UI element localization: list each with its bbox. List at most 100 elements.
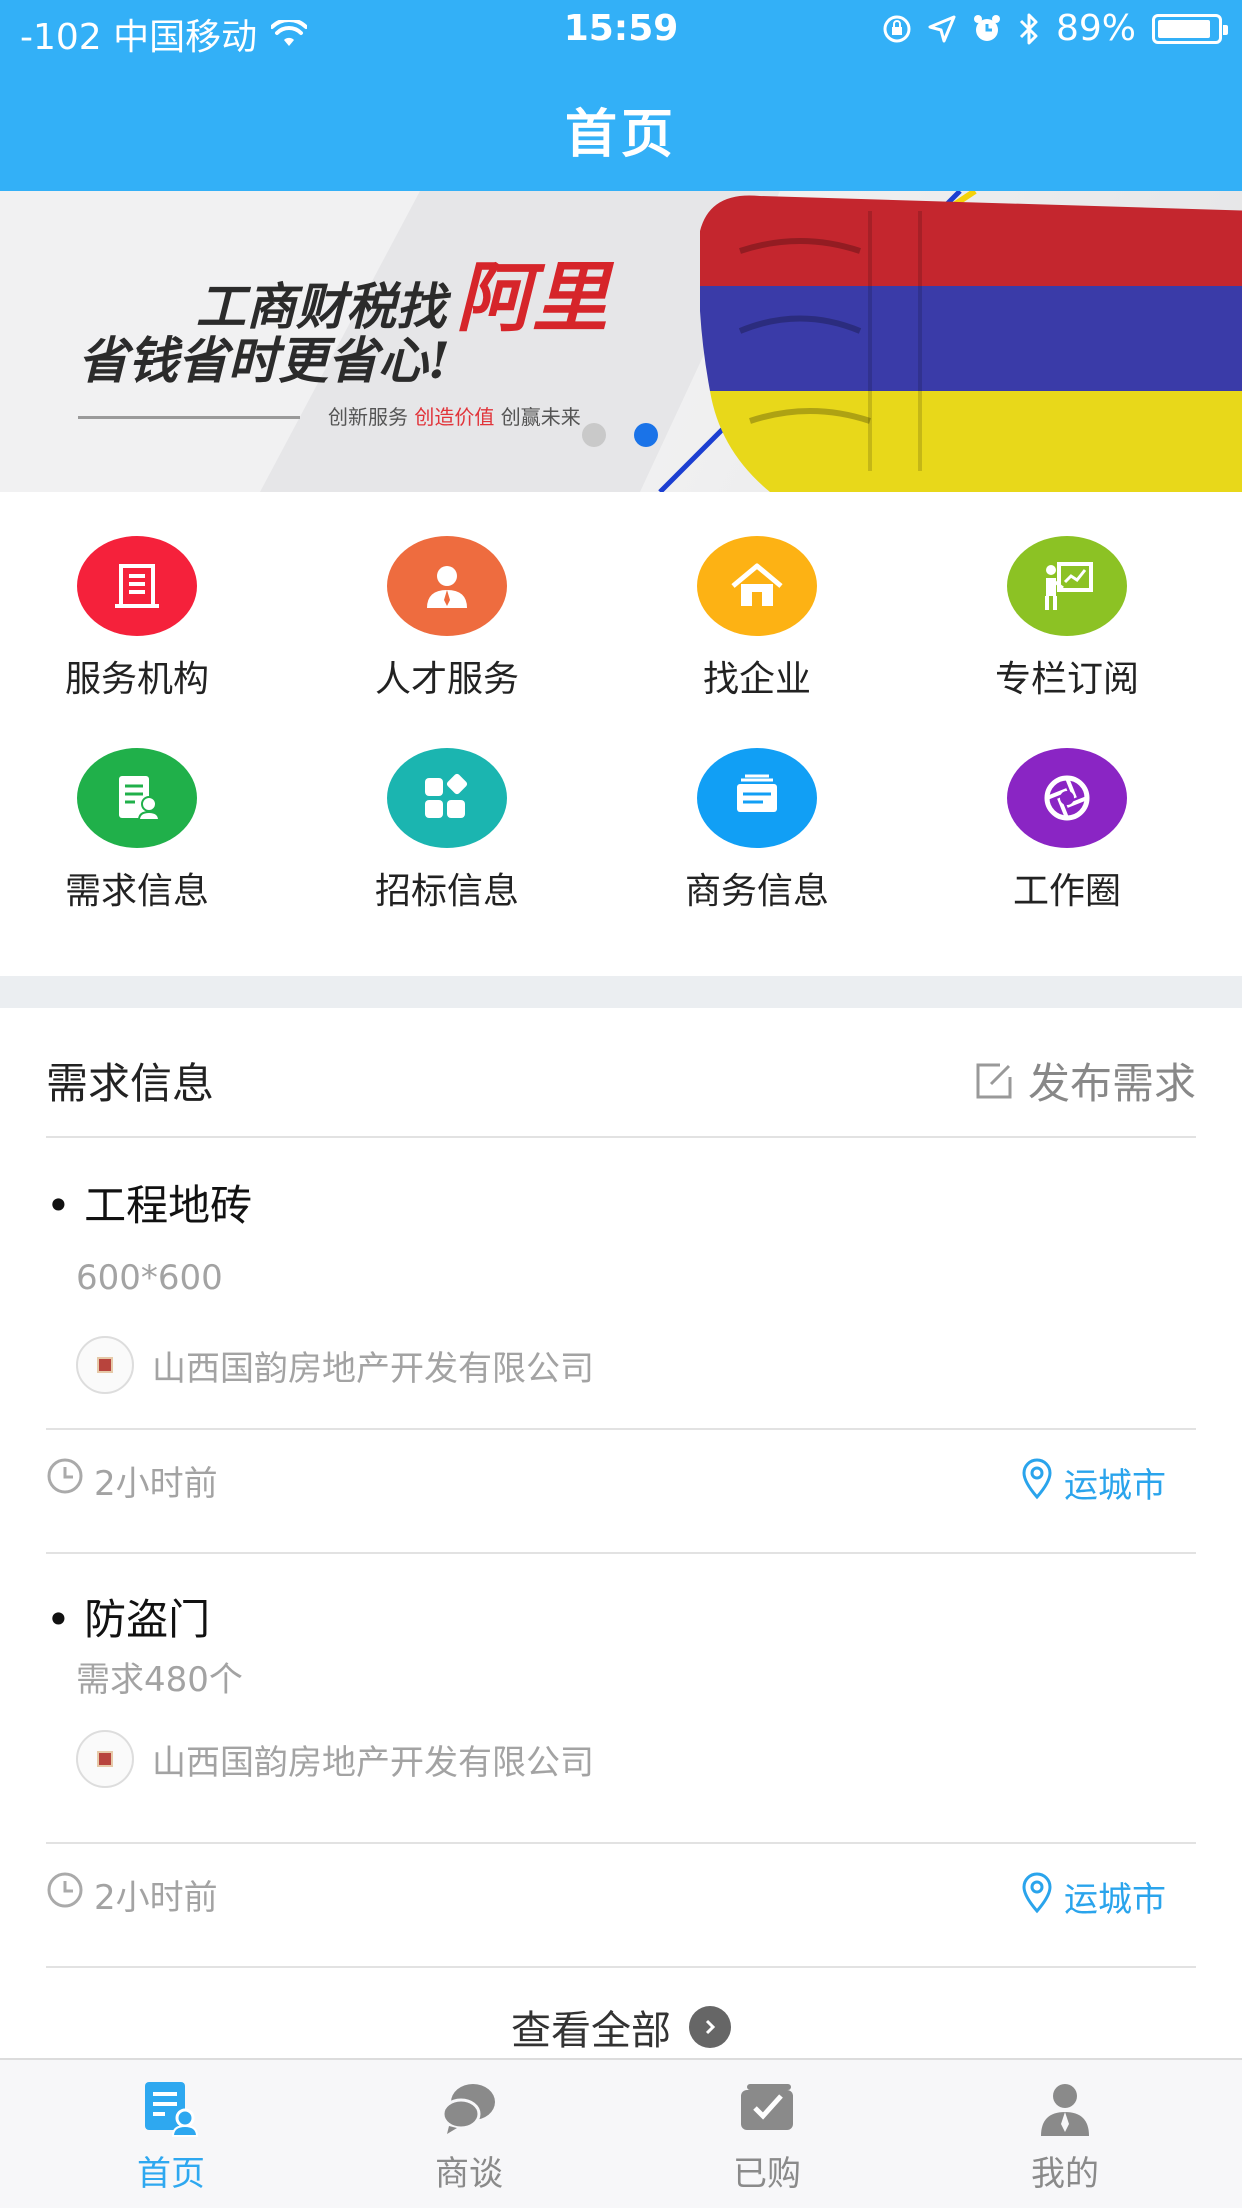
purchased-icon bbox=[735, 2076, 799, 2140]
company-logo bbox=[97, 1751, 113, 1767]
presentation-icon bbox=[1007, 536, 1127, 636]
tab-label: 我的 bbox=[1031, 2154, 1099, 2194]
grid-item-label: 需求信息 bbox=[64, 871, 209, 912]
fist-flag-image bbox=[700, 195, 1242, 492]
location-pin-icon bbox=[1020, 1456, 1054, 1509]
banner-tagline-highlight: 创造价值 bbox=[414, 405, 495, 429]
grid-item-label: 找企业 bbox=[702, 659, 811, 700]
chat-icon bbox=[437, 2076, 501, 2140]
location-group[interactable]: 运城市 bbox=[1020, 1870, 1166, 1923]
battery-label: 89% bbox=[1055, 8, 1136, 49]
grid-item-4[interactable]: 专栏订阅 bbox=[912, 492, 1222, 702]
status-bar: -102 中国移动 15:59 89% bbox=[0, 0, 1242, 60]
clock-icon bbox=[46, 1871, 84, 1918]
tab-3[interactable]: 已购 bbox=[612, 2060, 922, 2208]
person-icon bbox=[387, 536, 507, 636]
view-all-button[interactable]: 查看全部 bbox=[0, 1998, 1242, 2056]
carousel-dot-1[interactable] bbox=[582, 423, 606, 447]
company-name: 山西国韵房地产开发有限公司 bbox=[152, 1742, 594, 1783]
demand-item-company: 山西国韵房地产开发有限公司 bbox=[76, 1730, 594, 1788]
service-grid: 服务机构 人才服务 找企业 专栏订阅需求信息 招标信息 商务信息 工作圈 bbox=[0, 492, 1242, 976]
item-divider bbox=[46, 1428, 1196, 1430]
publish-demand-label: 发布需求 bbox=[1027, 1059, 1196, 1108]
tab-1[interactable]: 首页 bbox=[16, 2060, 326, 2208]
banner-headline-accent: 阿里 bbox=[456, 253, 608, 342]
home-doc-icon bbox=[139, 2076, 203, 2140]
demand-item-title[interactable]: • 防盗门 bbox=[46, 1586, 210, 1647]
banner-tagline-part1: 创新服务 bbox=[328, 405, 415, 429]
grid-item-label: 招标信息 bbox=[374, 871, 519, 912]
demand-item-company: 山西国韵房地产开发有限公司 bbox=[76, 1336, 594, 1394]
grid-item-label: 商务信息 bbox=[684, 871, 829, 912]
demand-item-desc: 600*600 bbox=[76, 1258, 223, 1298]
edit-icon bbox=[976, 1063, 1012, 1098]
grid-item-label: 服务机构 bbox=[64, 659, 209, 700]
page-title: 首页 bbox=[564, 105, 677, 165]
grid-item-8[interactable]: 工作圈 bbox=[912, 704, 1222, 914]
grid-item-3[interactable]: 找企业 bbox=[602, 492, 912, 702]
demand-item-meta: 2小时前 运城市 bbox=[46, 1870, 1166, 1930]
demand-section-header: 需求信息 发布需求 bbox=[46, 1040, 1196, 1140]
grid-item-1[interactable]: 服务机构 bbox=[0, 492, 292, 702]
building-icon bbox=[77, 536, 197, 636]
tab-2[interactable]: 商谈 bbox=[314, 2060, 624, 2208]
promo-banner[interactable]: 工商财税找 阿里 省钱省时更省心! 创新服务 创造价值 创赢未来 bbox=[0, 191, 1242, 492]
carousel-dots[interactable] bbox=[582, 423, 658, 447]
app-header: -102 中国移动 15:59 89% 首页 bbox=[0, 0, 1242, 191]
company-name: 山西国韵房地产开发有限公司 bbox=[152, 1348, 594, 1389]
time-group: 2小时前 bbox=[46, 1456, 218, 1505]
demand-section-title: 需求信息 bbox=[46, 1059, 215, 1108]
view-all-label: 查看全部 bbox=[511, 2008, 671, 2054]
apps-icon bbox=[387, 748, 507, 848]
time-group: 2小时前 bbox=[46, 1870, 218, 1919]
home-icon bbox=[697, 536, 817, 636]
stack-icon bbox=[697, 748, 817, 848]
item-bottom-divider bbox=[46, 1966, 1196, 1968]
orientation-lock-icon bbox=[883, 15, 911, 42]
tab-4[interactable]: 我的 bbox=[910, 2060, 1220, 2208]
demand-item-meta: 2小时前 运城市 bbox=[46, 1456, 1166, 1516]
tab-label: 商谈 bbox=[435, 2154, 503, 2194]
item-bottom-divider bbox=[46, 1552, 1196, 1554]
company-avatar bbox=[76, 1730, 134, 1788]
profile-icon bbox=[1033, 2076, 1097, 2140]
tab-label: 首页 bbox=[137, 2154, 205, 2194]
grid-item-label: 人才服务 bbox=[374, 659, 519, 700]
banner-subheadline: 省钱省时更省心! bbox=[78, 331, 450, 390]
location-arrow-icon bbox=[928, 15, 956, 42]
bluetooth-icon bbox=[1019, 13, 1038, 44]
banner-rule bbox=[78, 416, 300, 419]
chevron-right-icon bbox=[689, 2006, 731, 2048]
document-person-icon bbox=[77, 748, 197, 848]
alarm-icon bbox=[973, 14, 1000, 41]
company-avatar bbox=[76, 1336, 134, 1394]
home-screen: -102 中国移动 15:59 89% 首页 工商财税找 阿里 省钱省时更省心!… bbox=[0, 0, 1242, 2208]
posted-time: 2小时前 bbox=[94, 1464, 218, 1504]
grid-item-label: 专栏订阅 bbox=[994, 659, 1139, 700]
company-logo bbox=[97, 1357, 113, 1373]
publish-demand-button[interactable]: 发布需求 bbox=[974, 1050, 1196, 1111]
location-label: 运城市 bbox=[1064, 1880, 1166, 1920]
carousel-dot-2[interactable] bbox=[634, 423, 658, 447]
aperture-icon bbox=[1007, 748, 1127, 848]
demand-item-desc: 需求480个 bbox=[76, 1660, 243, 1700]
grid-item-2[interactable]: 人才服务 bbox=[292, 492, 602, 702]
header-divider bbox=[46, 1136, 1196, 1138]
location-label: 运城市 bbox=[1064, 1466, 1166, 1506]
tab-label: 已购 bbox=[733, 2154, 801, 2194]
location-pin-icon bbox=[1020, 1870, 1054, 1923]
banner-tagline-part2: 创赢未来 bbox=[494, 405, 581, 429]
section-divider bbox=[0, 976, 1242, 1008]
grid-item-7[interactable]: 商务信息 bbox=[602, 704, 912, 914]
grid-item-label: 工作圈 bbox=[1012, 871, 1121, 912]
bottom-tab-bar: 首页 商谈 已购 我的 bbox=[0, 2058, 1242, 2208]
demand-item-title[interactable]: • 工程地砖 bbox=[46, 1172, 252, 1233]
battery-icon bbox=[1152, 13, 1228, 44]
grid-item-5[interactable]: 需求信息 bbox=[0, 704, 292, 914]
battery-level-fill bbox=[1158, 19, 1210, 38]
status-right-group: 89% bbox=[882, 8, 1228, 49]
grid-item-6[interactable]: 招标信息 bbox=[292, 704, 602, 914]
location-group[interactable]: 运城市 bbox=[1020, 1456, 1166, 1509]
item-divider bbox=[46, 1842, 1196, 1844]
banner-tagline: 创新服务 创造价值 创赢未来 bbox=[328, 401, 581, 430]
